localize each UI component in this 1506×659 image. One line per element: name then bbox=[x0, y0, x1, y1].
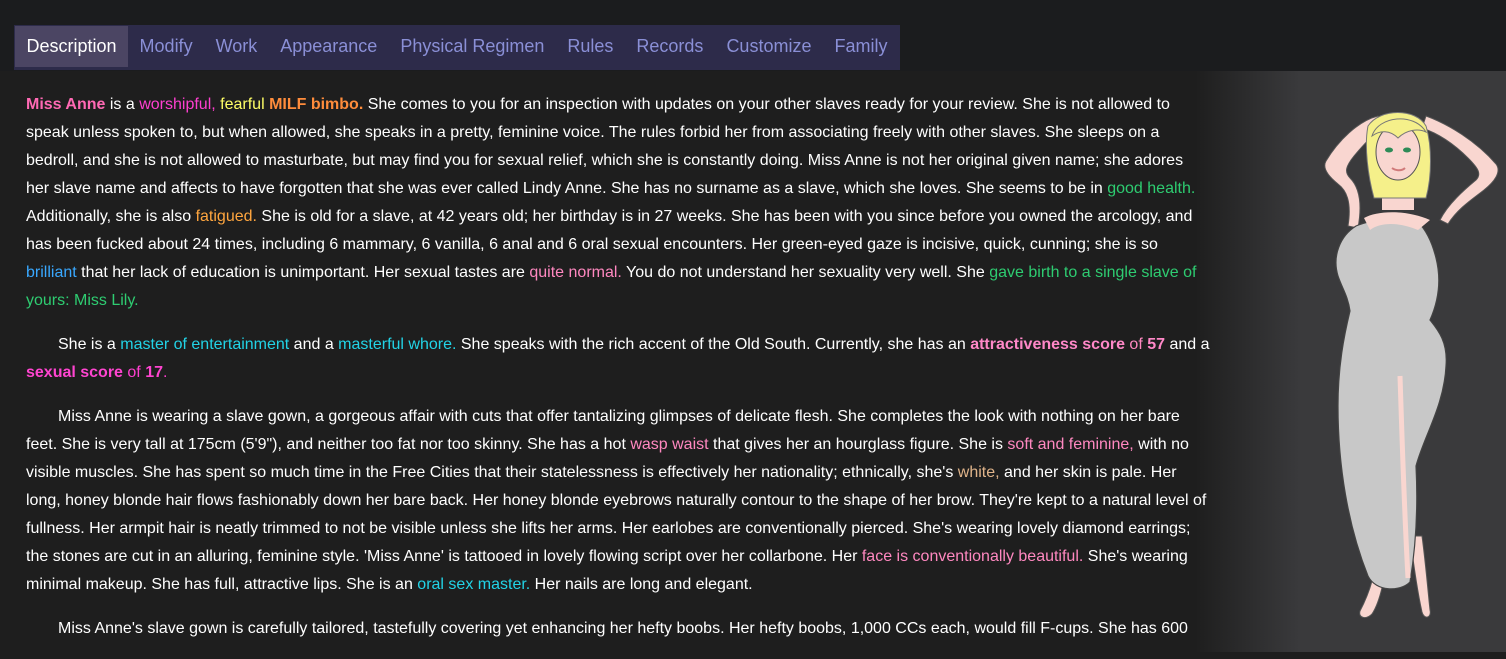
right-arm bbox=[1421, 115, 1499, 225]
fetish-label: MILF bimbo. bbox=[264, 96, 364, 113]
text-segment: Miss Anne's slave gown is carefully tail… bbox=[58, 620, 1188, 637]
tab-physical-regimen[interactable]: Physical Regimen bbox=[389, 26, 556, 67]
tab-customize[interactable]: Customize bbox=[715, 26, 823, 67]
slave-name: Miss Anne bbox=[26, 96, 106, 113]
text-segment: . bbox=[162, 364, 168, 381]
gown bbox=[1335, 218, 1447, 590]
tab-family[interactable]: Family bbox=[823, 26, 899, 67]
skills-paragraph: She is a master of entertainment and a m… bbox=[26, 331, 1210, 387]
text-segment: of bbox=[1124, 336, 1148, 353]
sexual-score-label: sexual score bbox=[26, 364, 123, 381]
left-eye bbox=[1385, 147, 1393, 153]
text-segment: You do not understand her sexuality very… bbox=[621, 264, 990, 281]
text-segment: and a bbox=[1165, 336, 1210, 353]
slave-portrait bbox=[1324, 112, 1499, 619]
text-segment: that gives her an hourglass figure. She … bbox=[708, 436, 1008, 453]
tab-work[interactable]: Work bbox=[204, 26, 269, 67]
appearance-paragraph: Miss Anne is wearing a slave gown, a gor… bbox=[26, 403, 1210, 599]
entertainment-skill: master of entertainment bbox=[120, 336, 290, 353]
intelligence-label: brilliant bbox=[26, 264, 77, 281]
tab-rules[interactable]: Rules bbox=[556, 26, 625, 67]
tab-description[interactable]: Description bbox=[15, 26, 129, 67]
whoring-skill: masterful whore. bbox=[338, 336, 457, 353]
text-segment: She speaks with the rich accent of the O… bbox=[456, 336, 971, 353]
trust-label: fearful bbox=[215, 96, 265, 113]
intro-paragraph: Miss Anne is a worshipful, fearful MILF … bbox=[26, 91, 1210, 315]
sexual-taste-label: quite normal. bbox=[529, 264, 622, 281]
clothing-paragraph: Miss Anne's slave gown is carefully tail… bbox=[26, 615, 1210, 643]
text-segment: She is a bbox=[58, 336, 121, 353]
tab-records[interactable]: Records bbox=[625, 26, 715, 67]
tab-modify[interactable]: Modify bbox=[128, 26, 204, 67]
attractiveness-score-value: 57 bbox=[1147, 336, 1165, 353]
text-segment: Her nails are long and elegant. bbox=[530, 576, 753, 593]
waist-label: wasp waist bbox=[630, 436, 709, 453]
sexual-score-value: 17 bbox=[145, 364, 163, 381]
muscle-label: soft and feminine, bbox=[1007, 436, 1134, 453]
tab-appearance[interactable]: Appearance bbox=[269, 26, 389, 67]
face-label: face is conventionally beautiful. bbox=[861, 548, 1084, 565]
text-segment: Additionally, she is also bbox=[26, 208, 196, 225]
text-segment: and a bbox=[289, 336, 339, 353]
attractiveness-score-label: attractiveness score bbox=[970, 336, 1125, 353]
oral-skill: oral sex master. bbox=[417, 576, 531, 593]
description-text: Miss Anne is a worshipful, fearful MILF … bbox=[26, 91, 1210, 659]
tab-bar: Description Modify Work Appearance Physi… bbox=[14, 25, 900, 70]
fatigue-status: fatigued. bbox=[195, 208, 257, 225]
text-segment: that her lack of education is unimportan… bbox=[76, 264, 530, 281]
devotion-label: worshipful, bbox=[139, 96, 216, 113]
text-segment: of bbox=[122, 364, 146, 381]
text-segment: is a bbox=[105, 96, 140, 113]
health-status: good health. bbox=[1107, 180, 1196, 197]
right-eye bbox=[1403, 147, 1411, 153]
race-label: white, bbox=[957, 464, 1000, 481]
